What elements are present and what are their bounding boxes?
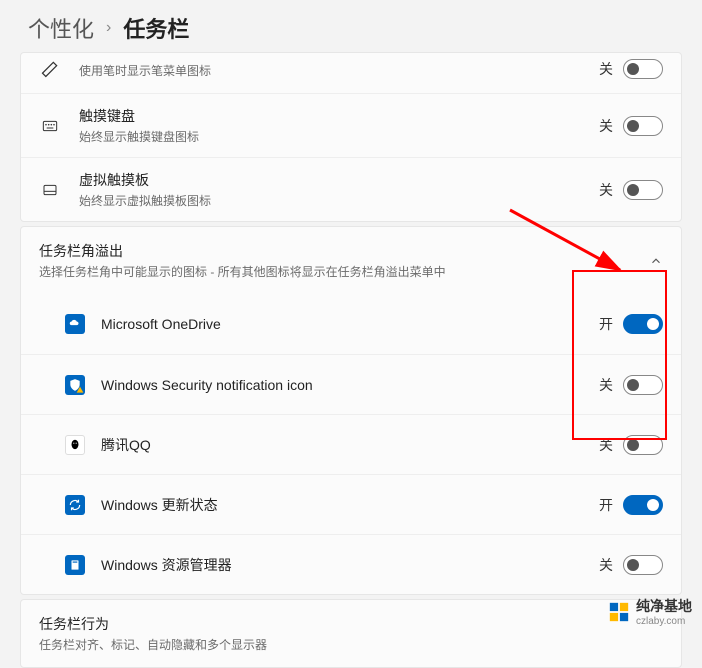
row-title: 虚拟触摸板 bbox=[79, 170, 599, 190]
toggle-label: 关 bbox=[599, 59, 613, 79]
onedrive-icon bbox=[65, 314, 85, 334]
touch-keyboard-row[interactable]: 触摸键盘 始终显示触摸键盘图标 关 bbox=[21, 93, 681, 157]
section-title: 任务栏行为 bbox=[39, 614, 663, 634]
onedrive-row[interactable]: Microsoft OneDrive 开 bbox=[21, 294, 681, 354]
watermark-text: 纯净基地 bbox=[636, 596, 692, 616]
chevron-right-icon: › bbox=[106, 19, 111, 37]
update-icon bbox=[65, 495, 85, 515]
explorer-toggle[interactable] bbox=[623, 555, 663, 575]
toggle-label: 开 bbox=[599, 495, 613, 515]
watermark-logo-icon bbox=[608, 601, 630, 623]
taskbar-overflow-card: 任务栏角溢出 选择任务栏角中可能显示的图标 - 所有其他图标将显示在任务栏角溢出… bbox=[20, 226, 682, 595]
security-icon bbox=[65, 375, 85, 395]
explorer-icon bbox=[65, 555, 85, 575]
security-row[interactable]: Windows Security notification icon 关 bbox=[21, 354, 681, 414]
toggle-label: 开 bbox=[599, 314, 613, 334]
toggle-label: 关 bbox=[599, 555, 613, 575]
touchpad-icon bbox=[39, 179, 61, 201]
qq-row[interactable]: 腾讯QQ 关 bbox=[21, 414, 681, 474]
row-sub: 使用笔时显示笔菜单图标 bbox=[79, 62, 599, 79]
chevron-up-icon bbox=[649, 254, 663, 268]
qq-toggle[interactable] bbox=[623, 435, 663, 455]
breadcrumb-current: 任务栏 bbox=[123, 12, 189, 44]
overflow-section-header[interactable]: 任务栏角溢出 选择任务栏角中可能显示的图标 - 所有其他图标将显示在任务栏角溢出… bbox=[21, 227, 681, 294]
item-label: Windows 资源管理器 bbox=[101, 555, 599, 575]
item-label: Windows 更新状态 bbox=[101, 495, 599, 515]
virtual-touchpad-row[interactable]: 虚拟触摸板 始终显示虚拟触摸板图标 关 bbox=[21, 157, 681, 221]
pen-menu-row[interactable]: 使用笔时显示笔菜单图标 关 bbox=[21, 53, 681, 93]
item-label: Windows Security notification icon bbox=[101, 377, 599, 393]
breadcrumb-parent[interactable]: 个性化 bbox=[28, 12, 94, 44]
watermark-url: czlaby.com bbox=[636, 616, 692, 627]
update-toggle[interactable] bbox=[623, 495, 663, 515]
explorer-row[interactable]: Windows 资源管理器 关 bbox=[21, 534, 681, 594]
section-title: 任务栏角溢出 bbox=[39, 241, 649, 261]
toggle-label: 关 bbox=[599, 375, 613, 395]
section-sub: 选择任务栏角中可能显示的图标 - 所有其他图标将显示在任务栏角溢出菜单中 bbox=[39, 263, 649, 280]
breadcrumb: 个性化 › 任务栏 bbox=[0, 0, 702, 52]
toggle-label: 关 bbox=[599, 180, 613, 200]
qq-icon bbox=[65, 435, 85, 455]
keyboard-icon bbox=[39, 115, 61, 137]
toggle-label: 关 bbox=[599, 435, 613, 455]
taskbar-behavior-card[interactable]: 任务栏行为 任务栏对齐、标记、自动隐藏和多个显示器 bbox=[20, 599, 682, 668]
toggle-label: 关 bbox=[599, 116, 613, 136]
security-toggle[interactable] bbox=[623, 375, 663, 395]
watermark: 纯净基地 czlaby.com bbox=[608, 596, 692, 627]
update-row[interactable]: Windows 更新状态 开 bbox=[21, 474, 681, 534]
pen-toggle[interactable] bbox=[623, 59, 663, 79]
touch-keyboard-toggle[interactable] bbox=[623, 116, 663, 136]
onedrive-toggle[interactable] bbox=[623, 314, 663, 334]
item-label: Microsoft OneDrive bbox=[101, 316, 599, 332]
row-sub: 始终显示虚拟触摸板图标 bbox=[79, 192, 599, 209]
virtual-touchpad-toggle[interactable] bbox=[623, 180, 663, 200]
taskbar-corner-icons-card: 使用笔时显示笔菜单图标 关 触摸键盘 始终显示触摸键盘图标 关 虚拟触摸板 始终… bbox=[20, 52, 682, 222]
row-title: 触摸键盘 bbox=[79, 106, 599, 126]
row-sub: 始终显示触摸键盘图标 bbox=[79, 128, 599, 145]
item-label: 腾讯QQ bbox=[101, 435, 599, 455]
pen-icon bbox=[39, 58, 61, 80]
section-sub: 任务栏对齐、标记、自动隐藏和多个显示器 bbox=[39, 636, 663, 653]
